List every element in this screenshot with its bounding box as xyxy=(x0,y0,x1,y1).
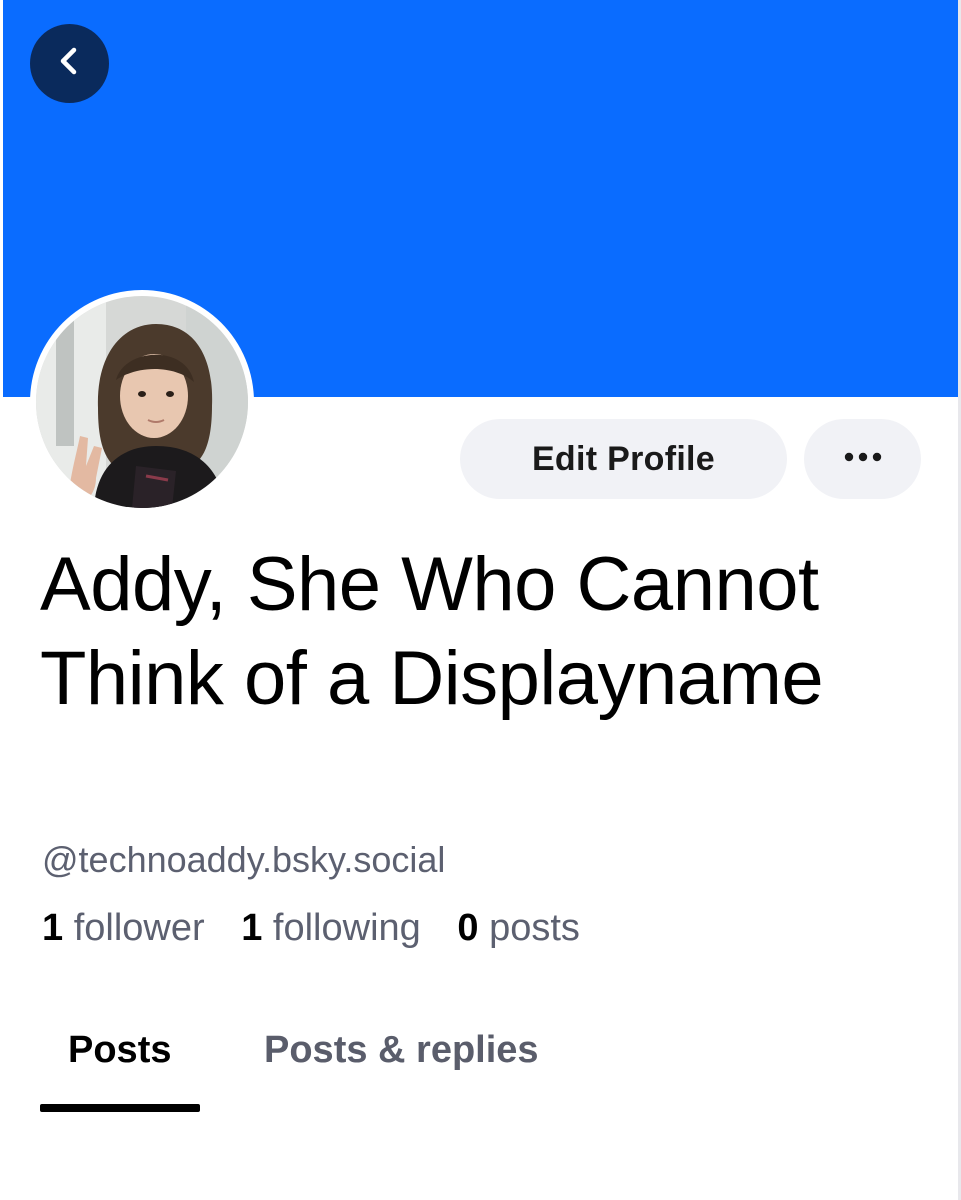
tab-posts[interactable]: Posts xyxy=(68,1026,171,1074)
avatar[interactable] xyxy=(30,290,254,514)
posts-count: 0 xyxy=(457,907,479,949)
profile-handle: @technoaddy.bsky.social xyxy=(42,839,446,880)
followers-count: 1 xyxy=(42,907,64,949)
posts-stat: 0 posts xyxy=(457,907,580,949)
chevron-left-icon xyxy=(50,41,90,86)
followers-stat[interactable]: 1 follower xyxy=(42,907,205,949)
following-stat[interactable]: 1 following xyxy=(241,907,421,949)
more-options-button[interactable] xyxy=(804,419,921,499)
followers-label: follower xyxy=(73,907,205,949)
posts-label: posts xyxy=(489,907,580,949)
following-count: 1 xyxy=(241,907,263,949)
display-name: Addy, She Who Cannot Think of a Displayn… xyxy=(40,542,824,721)
profile-stats: 1 follower 1 following 0 posts xyxy=(42,904,606,952)
following-label: following xyxy=(272,907,421,949)
active-tab-indicator xyxy=(40,1104,200,1112)
tab-posts-and-replies[interactable]: Posts & replies xyxy=(264,1026,539,1074)
ellipsis-icon xyxy=(843,450,883,468)
edit-profile-button[interactable]: Edit Profile xyxy=(460,419,787,499)
back-button[interactable] xyxy=(30,24,109,103)
avatar-photo xyxy=(36,296,248,508)
profile-screen: Edit Profile Addy, She Who Cannot Think … xyxy=(0,0,961,1200)
